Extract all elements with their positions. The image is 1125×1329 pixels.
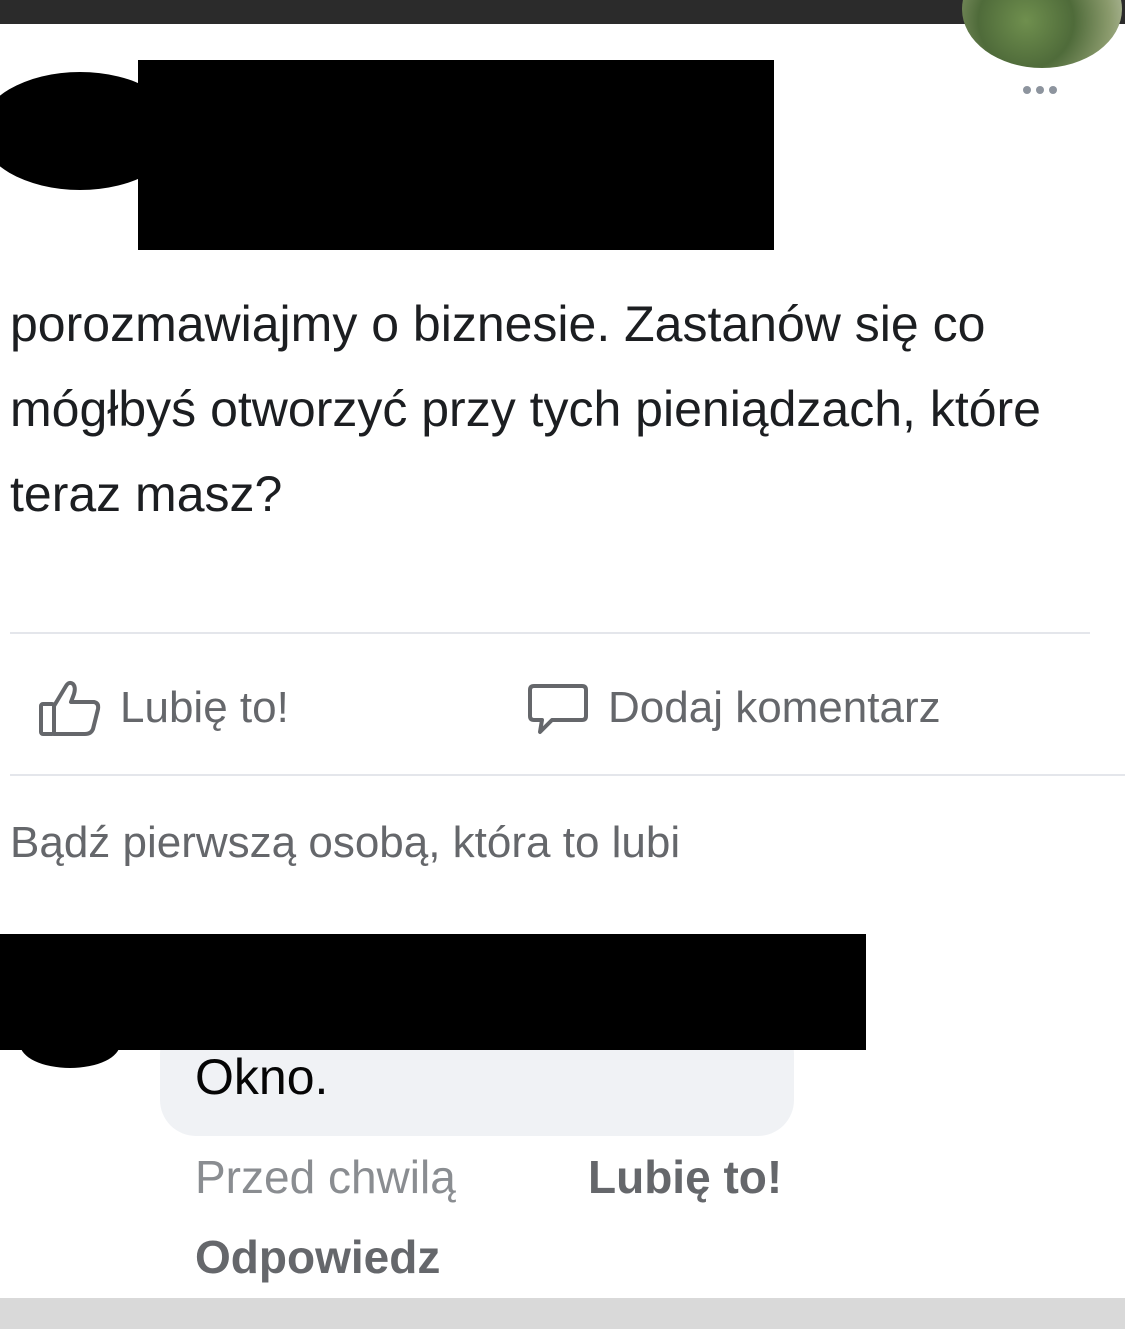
comment-reply-button[interactable]: Odpowiedz: [195, 1230, 440, 1284]
speech-bubble-icon: [528, 684, 588, 734]
comment-timestamp: Przed chwilą: [195, 1151, 456, 1203]
add-comment-label: Dodaj komentarz: [608, 683, 941, 732]
add-comment-button[interactable]: Dodaj komentarz: [526, 668, 941, 748]
divider-bottom: [10, 774, 1125, 776]
like-button[interactable]: Lubię to!: [38, 668, 289, 748]
redacted-commenter-name: [0, 934, 866, 1050]
thumbs-up-icon: [39, 680, 101, 736]
top-status-bar: [0, 0, 1125, 24]
more-horizontal-icon[interactable]: [1010, 78, 1070, 102]
divider-top: [10, 632, 1090, 634]
likes-summary: Bądź pierwszą osobą, która to lubi: [10, 818, 681, 867]
comment-like-button[interactable]: Lubię to!: [588, 1150, 782, 1204]
redacted-author-name: [138, 60, 774, 250]
post-text: porozmawiajmy o biznesie. Zastanów się c…: [10, 296, 1041, 522]
bottom-bar: [0, 1298, 1125, 1329]
like-button-label: Lubię to!: [120, 683, 289, 732]
profile-avatar-partial[interactable]: [962, 0, 1122, 68]
comment-text: Okno.: [195, 1049, 329, 1105]
